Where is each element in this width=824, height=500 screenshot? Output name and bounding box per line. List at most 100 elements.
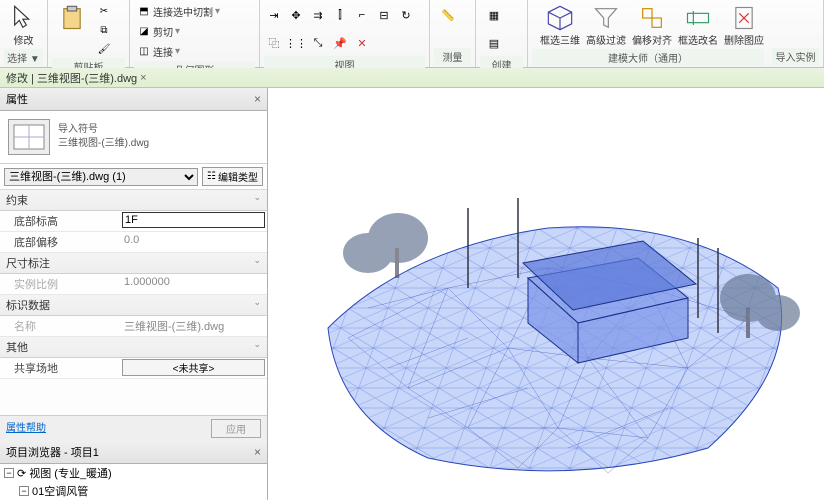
chevron-icon: ⌄ (253, 297, 261, 313)
properties-help-link[interactable]: 属性帮助 (6, 419, 46, 438)
cut-button[interactable]: ✂ (94, 2, 114, 20)
grid-icon: ▦ (483, 4, 505, 26)
create-button[interactable]: ▦ (480, 2, 508, 28)
prop-share-label: 共享场地 (0, 358, 120, 378)
group-measure-label: 测量 (434, 48, 471, 65)
filter-icon (592, 4, 620, 32)
rename-icon (684, 4, 712, 32)
tab-title: 三维视图-(三维).dwg (37, 70, 137, 86)
copy-icon: ⧉ (97, 23, 111, 37)
edit-type-icon: ☷ (207, 171, 216, 182)
rotate-icon: ↻ (395, 4, 417, 26)
cut-geom-button[interactable]: ◪剪切▾ (134, 22, 255, 41)
offset-align-icon (638, 4, 666, 32)
notch-icon: ⬒ (137, 5, 151, 19)
grid2-icon: ▤ (483, 32, 505, 54)
type-name: 三维视图-(三维).dwg (58, 137, 149, 151)
paste-button[interactable] (52, 2, 92, 34)
wireframe-model (268, 88, 824, 500)
copy-elem-button[interactable]: ⿻ (264, 30, 284, 56)
split-icon: ⊟ (373, 4, 395, 26)
3d-viewport[interactable] (268, 88, 824, 500)
align-icon: ⇥ (263, 4, 285, 26)
pin-button[interactable]: 📌 (330, 30, 350, 56)
scissors-icon: ✂ (97, 4, 111, 18)
tree-root[interactable]: − ⟳ 视图 (专业_暖通) (0, 464, 267, 482)
scale-button[interactable]: ⤡ (308, 30, 328, 56)
mirror-button[interactable]: ⫿ (330, 2, 350, 28)
prop-cat-constraint[interactable]: 约束⌄ (0, 190, 267, 211)
properties-title: 属性 (6, 91, 28, 107)
cut-geom-icon: ◪ (137, 25, 151, 39)
prop-cat-dim[interactable]: 尺寸标注⌄ (0, 253, 267, 274)
tree-item[interactable]: − 01空调风管 (0, 482, 267, 500)
chevron-icon: ⌄ (253, 255, 261, 271)
join-cut-button[interactable]: ⬒连接选中切割▾ (134, 2, 255, 21)
tab-close-button[interactable]: × (140, 72, 146, 84)
join-button[interactable]: ◫连接▾ (134, 42, 255, 61)
prop-offset-label: 底部偏移 (0, 232, 120, 252)
rename-button[interactable]: 框选改名 (678, 2, 718, 49)
copy-button[interactable]: ⧉ (94, 21, 114, 39)
tab-prefix: 修改 | (6, 70, 34, 86)
prop-name-label: 名称 (0, 316, 120, 336)
trim-icon: ⌐ (351, 4, 373, 26)
edit-type-button[interactable]: ☷ 编辑类型 (202, 167, 263, 186)
clipboard-icon (58, 4, 86, 32)
browser-close-button[interactable]: × (254, 445, 261, 459)
offset-align-button[interactable]: 偏移对齐 (632, 2, 672, 49)
trim-button[interactable]: ⌐ (352, 2, 372, 28)
context-tab: 修改 | 三维视图-(三维).dwg × (0, 68, 824, 88)
apply-button[interactable]: 应用 (211, 419, 261, 438)
group-master-label: 建模大师（通用） (532, 49, 764, 66)
measure-button[interactable]: 📏 (434, 2, 462, 28)
rotate-button[interactable]: ↻ (396, 2, 416, 28)
prop-scale-value: 1.000000 (120, 274, 267, 294)
prop-elev-input[interactable] (122, 212, 265, 228)
array-icon: ⋮⋮ (285, 32, 307, 54)
group-import-label: 导入实例 (772, 48, 819, 65)
modify-button[interactable]: 修改 (4, 2, 43, 49)
join-icon: ◫ (137, 45, 151, 59)
offset-button[interactable]: ⇉ (308, 2, 328, 28)
cube-icon (546, 4, 574, 32)
tree-toggle[interactable]: − (4, 468, 14, 478)
delete-button[interactable]: ✕ (352, 30, 372, 56)
move-icon: ✥ (285, 4, 307, 26)
modify-label: 修改 (14, 32, 34, 47)
filter-button[interactable]: 高级过滤 (586, 2, 626, 49)
prop-offset-value[interactable]: 0.0 (120, 232, 267, 252)
ribbon-toolbar: 修改 选择 ▼ ✂ ⧉ 🖌 剪贴板 ⬒连接选中切割▾ ◪剪切▾ ◫连接▾ (0, 0, 824, 68)
prop-cat-id[interactable]: 标识数据⌄ (0, 295, 267, 316)
delete-view-button[interactable]: 删除图应 (724, 2, 764, 49)
type-thumbnail-icon (8, 119, 50, 155)
browser-header: 项目浏览器 - 项目1 × (0, 441, 267, 464)
group-select-label: 选择 ▼ (4, 49, 43, 66)
prop-name-value: 三维视图-(三维).dwg (120, 316, 267, 336)
frame3d-button[interactable]: 框选三维 (540, 2, 580, 49)
type-selector[interactable]: 导入符号 三维视图-(三维).dwg (0, 111, 267, 164)
prop-cat-other[interactable]: 其他⌄ (0, 337, 267, 358)
x-icon: ✕ (351, 32, 373, 54)
offset-icon: ⇉ (307, 4, 329, 26)
split-button[interactable]: ⊟ (374, 2, 394, 28)
pin-icon: 📌 (329, 32, 351, 54)
create2-button[interactable]: ▤ (480, 30, 508, 56)
chevron-icon: ⌄ (253, 192, 261, 208)
prop-elev-label: 底部标高 (0, 211, 120, 231)
copy-elem-icon: ⿻ (263, 32, 285, 54)
move-button[interactable]: ✥ (286, 2, 306, 28)
prop-share-button[interactable]: <未共享> (122, 359, 265, 376)
mirror-icon: ⫿ (329, 4, 351, 26)
tree-toggle[interactable]: − (19, 486, 29, 496)
properties-close-button[interactable]: × (254, 92, 261, 106)
prop-scale-label: 实例比例 (0, 274, 120, 294)
type-category: 导入符号 (58, 123, 149, 137)
properties-header: 属性 × (0, 88, 267, 111)
scale-icon: ⤡ (307, 32, 329, 54)
match-button[interactable]: 🖌 (94, 40, 114, 58)
instance-select[interactable]: 三维视图-(三维).dwg (1) (4, 168, 198, 186)
delete-sheet-icon (730, 4, 758, 32)
align-button[interactable]: ⇥ (264, 2, 284, 28)
array-button[interactable]: ⋮⋮ (286, 30, 306, 56)
